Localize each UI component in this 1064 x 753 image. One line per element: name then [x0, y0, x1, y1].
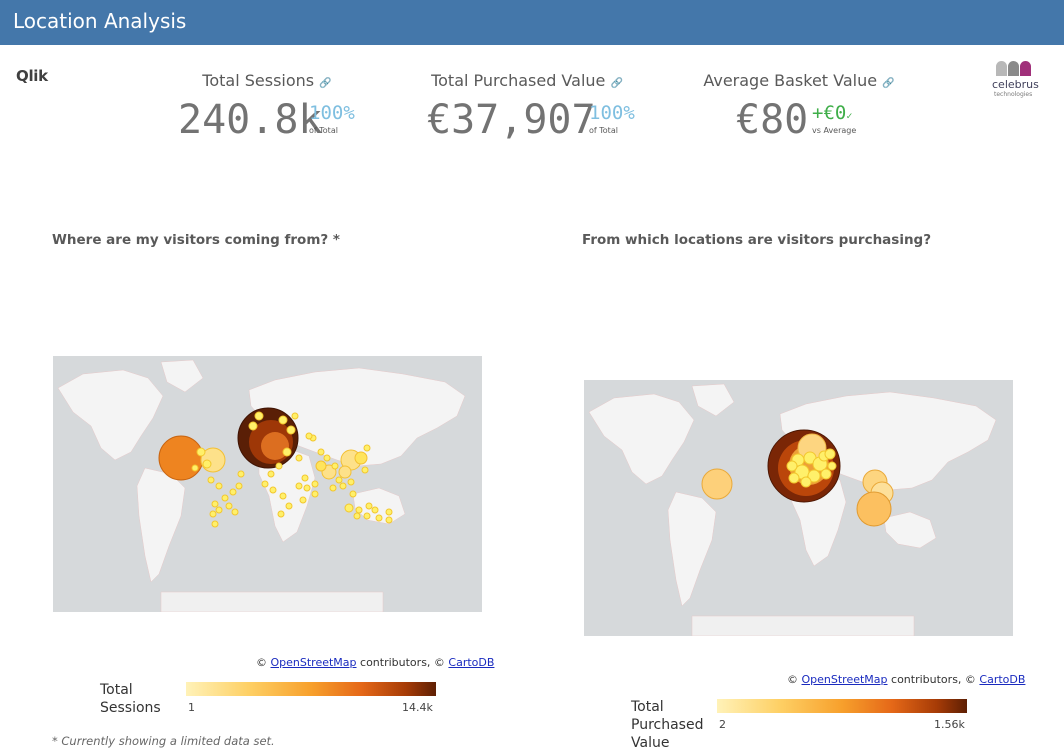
legend-min: 1 — [188, 701, 195, 714]
map-land — [57, 359, 466, 612]
kpi-sublabel: of Total — [309, 126, 338, 135]
link-icon: 🔗 — [610, 78, 623, 89]
qlik-logo-text: Qlik — [16, 67, 48, 85]
kpi-label-text: Total Purchased Value — [431, 71, 606, 90]
purchases-map-canvas — [588, 383, 997, 636]
kpi-sublabel: of Total — [589, 126, 618, 135]
legend-max: 14.4k — [402, 701, 433, 714]
celebrus-logo: celebrus technologies — [984, 61, 1054, 101]
legend-min: 2 — [719, 718, 726, 731]
purchase-bubble — [701, 468, 733, 500]
link-icon: 🔗 — [319, 78, 332, 89]
sessions-map[interactable] — [53, 356, 482, 612]
session-bubble — [338, 465, 352, 479]
celebrus-logo-text: celebrus — [992, 78, 1039, 91]
purchases-map[interactable] — [584, 380, 1013, 636]
openstreetmap-link[interactable]: OpenStreetMap — [271, 656, 357, 669]
kpi-label: Average Basket Value 🔗 — [679, 71, 919, 90]
session-bubble — [315, 460, 327, 472]
map-land — [588, 383, 997, 636]
attribution-prefix: © — [256, 656, 271, 669]
session-bubble — [158, 435, 204, 481]
legend-max: 1.56k — [934, 718, 965, 731]
cartodb-link[interactable]: CartoDB — [979, 673, 1025, 686]
kpi-label-text: Average Basket Value — [703, 71, 878, 90]
attribution-middle: contributors, © — [887, 673, 980, 686]
kpi-label-text: Total Sessions — [202, 71, 315, 90]
link-icon: 🔗 — [882, 78, 895, 89]
cartodb-link[interactable]: CartoDB — [448, 656, 494, 669]
left-map-attribution: © OpenStreetMap contributors, © CartoDB — [256, 656, 494, 669]
check-icon: ✓ — [846, 111, 853, 122]
kpi-value: €80 — [736, 97, 809, 143]
legend-title: Total Purchased Value — [631, 699, 704, 751]
app-header: Location Analysis — [0, 0, 1064, 45]
kpi-percent: 100% — [589, 102, 635, 124]
attribution-prefix: © — [787, 673, 802, 686]
sessions-legend: Total Sessions 1 14.4k — [100, 681, 440, 721]
footnote: * Currently showing a limited data set. — [52, 734, 275, 748]
legend-color-bar — [717, 699, 967, 713]
kpi-sublabel: vs Average — [812, 126, 857, 135]
kpi-label: Total Sessions 🔗 — [147, 71, 387, 90]
kpi-label: Total Purchased Value 🔗 — [407, 71, 647, 90]
celebrus-logo-subtext: technologies — [994, 91, 1033, 98]
sessions-map-canvas — [57, 359, 466, 612]
purchase-bubble — [856, 491, 892, 527]
page-title: Location Analysis — [13, 9, 187, 33]
legend-color-bar — [186, 682, 436, 696]
right-panel-title: From which locations are visitors purcha… — [582, 232, 932, 248]
celebrus-logo-mark-2 — [1008, 61, 1019, 76]
openstreetmap-link[interactable]: OpenStreetMap — [802, 673, 888, 686]
right-map-attribution: © OpenStreetMap contributors, © CartoDB — [787, 673, 1025, 686]
purchased-value-legend: Total Purchased Value 2 1.56k — [631, 698, 971, 752]
kpi-delta-text: +€0 — [812, 102, 847, 124]
qlik-logo: Qlik — [16, 66, 48, 90]
session-bubble — [354, 451, 368, 465]
kpi-percent: 100% — [309, 102, 355, 124]
left-panel-title: Where are my visitors coming from? * — [52, 232, 340, 248]
legend-title: Total Sessions — [100, 682, 161, 716]
attribution-middle: contributors, © — [356, 656, 449, 669]
kpi-delta: +€0✓ — [812, 102, 852, 124]
celebrus-logo-mark-1 — [996, 61, 1007, 76]
kpi-value: 240.8k — [178, 97, 323, 143]
celebrus-logo-mark-3 — [1020, 61, 1031, 76]
kpi-value: €37,907 — [427, 97, 596, 143]
